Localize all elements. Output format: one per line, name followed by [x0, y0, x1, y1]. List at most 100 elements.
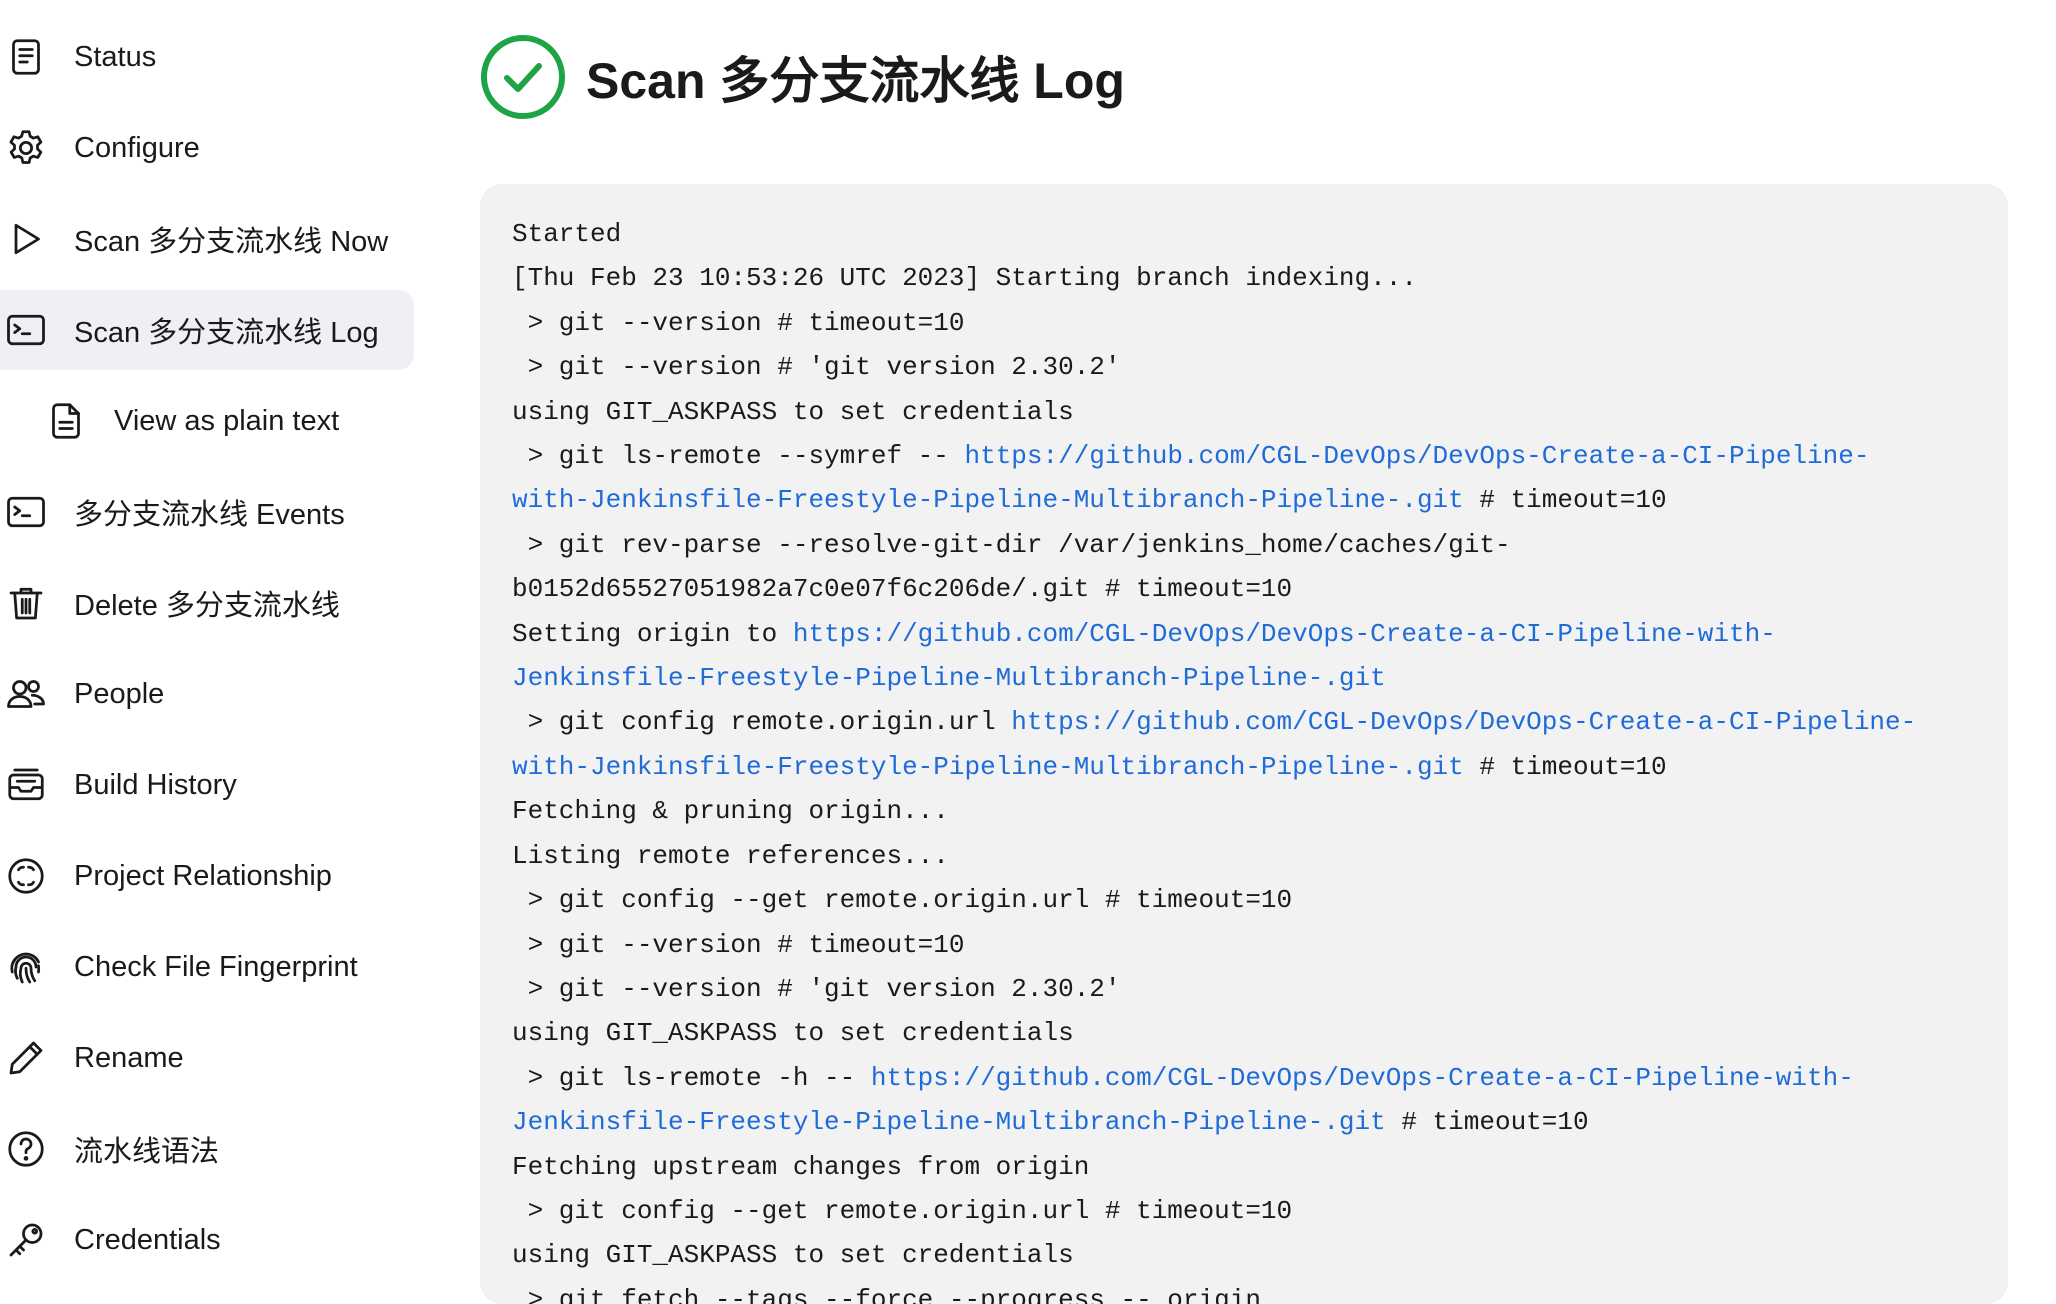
console-text-segment: # timeout=10 [1463, 485, 1667, 516]
sidebar-item-build-history[interactable]: Build History [0, 745, 414, 825]
console-line: > git --version # 'git version 2.30.2' [512, 345, 1976, 389]
sidebar-item-scan-now[interactable]: Scan 多分支流水线 Now [0, 199, 414, 279]
sidebar-item-view-plain-text[interactable]: View as plain text [0, 381, 414, 461]
document-icon [4, 35, 48, 79]
console-link[interactable]: https://github.com/CGL-DevOps/DevOps-Cre… [1011, 707, 1916, 737]
sidebar-item-label: People [74, 677, 165, 710]
people-icon [4, 672, 48, 716]
console-text-segment: > git ls-remote -h -- [512, 1062, 871, 1093]
console-text-segment: Listing remote references... [512, 840, 949, 871]
console-text-segment: > git --version # timeout=10 [512, 929, 965, 960]
console-text-segment: b0152d65527051982a7c0e07f6c206de/.git # … [512, 574, 1293, 605]
console-line: > git config --get remote.origin.url # t… [512, 878, 1976, 922]
console-text-segment: using GIT_ASKPASS to set credentials [512, 1018, 1074, 1049]
sidebar: Status Configure Scan 多分支流水线 Now Scan 多分… [0, 0, 420, 1286]
console-text-segment: Fetching & pruning origin... [512, 796, 949, 827]
page-header: Scan 多分支流水线 Log [480, 34, 1125, 120]
sidebar-item-people[interactable]: People [0, 654, 414, 734]
console-text-segment: using GIT_ASKPASS to set credentials [512, 1240, 1074, 1271]
console-line: > git ls-remote --symref -- https://gith… [512, 434, 1976, 478]
console-output: Started [Thu Feb 23 10:53:26 UTC 2023] St… [480, 184, 2008, 1304]
inbox-icon [4, 763, 48, 807]
console-line: Fetching upstream changes from origin [512, 1145, 1976, 1189]
console-link[interactable]: with-Jenkinsfile-Freestyle-Pipeline-Mult… [512, 485, 1464, 515]
console-link[interactable]: Jenkinsfile-Freestyle-Pipeline-Multibran… [512, 1107, 1386, 1137]
console-line: b0152d65527051982a7c0e07f6c206de/.git # … [512, 567, 1976, 611]
console-text-segment: Setting origin to [512, 618, 793, 649]
relationship-icon [4, 854, 48, 898]
console-line: Fetching & pruning origin... [512, 789, 1976, 833]
sidebar-item-configure[interactable]: Configure [0, 108, 414, 188]
play-icon [4, 217, 48, 261]
sidebar-item-rename[interactable]: Rename [0, 1018, 414, 1098]
sidebar-item-label: 流水线语法 [74, 1136, 220, 1168]
console-text: Started [Thu Feb 23 10:53:26 UTC 2023] St… [512, 212, 1976, 1304]
sidebar-item-label: Scan 多分支流水线 Log [74, 317, 379, 349]
console-link[interactable]: Jenkinsfile-Freestyle-Pipeline-Multibran… [512, 663, 1386, 693]
fingerprint-icon [4, 945, 48, 989]
console-line: Jenkinsfile-Freestyle-Pipeline-Multibran… [512, 1100, 1976, 1144]
sidebar-item-credentials[interactable]: Credentials [0, 1200, 414, 1280]
console-link[interactable]: https://github.com/CGL-DevOps/DevOps-Cre… [793, 619, 1776, 649]
help-circle-icon [4, 1127, 48, 1171]
console-line: > git fetch --tags --force --progress --… [512, 1278, 1976, 1304]
console-text-segment: > git --version # timeout=10 [512, 307, 965, 338]
sidebar-item-project-relationship[interactable]: Project Relationship [0, 836, 414, 916]
console-line: > git --version # timeout=10 [512, 301, 1976, 345]
console-text-segment: using GIT_ASKPASS to set credentials [512, 396, 1074, 427]
file-text-icon [44, 399, 88, 443]
console-text-segment: Fetching upstream changes from origin [512, 1151, 1090, 1182]
sidebar-item-label: Configure [74, 131, 200, 164]
console-line: Listing remote references... [512, 834, 1976, 878]
console-line: using GIT_ASKPASS to set credentials [512, 1233, 1976, 1277]
gear-icon [4, 126, 48, 170]
console-line: [Thu Feb 23 10:53:26 UTC 2023] Starting … [512, 256, 1976, 300]
console-text-segment: > git --version # 'git version 2.30.2' [512, 352, 1121, 383]
console-text-segment: > git --version # 'git version 2.30.2' [512, 973, 1121, 1004]
console-text-segment: > git rev-parse --resolve-git-dir /var/j… [512, 529, 1511, 560]
console-text-segment: > git config remote.origin.url [512, 707, 1012, 738]
sidebar-item-label: Delete 多分支流水线 [74, 590, 340, 622]
sidebar-item-label: Rename [74, 1041, 184, 1074]
sidebar-item-status[interactable]: Status [0, 17, 414, 97]
console-text-segment: # timeout=10 [1463, 751, 1667, 782]
sidebar-item-label: Check File Fingerprint [74, 950, 358, 983]
console-line: Jenkinsfile-Freestyle-Pipeline-Multibran… [512, 656, 1976, 700]
console-text-segment: > git config --get remote.origin.url # t… [512, 1195, 1293, 1226]
sidebar-item-delete[interactable]: Delete 多分支流水线 [0, 563, 414, 643]
sidebar-item-pipeline-syntax[interactable]: 流水线语法 [0, 1109, 414, 1189]
sidebar-item-events[interactable]: 多分支流水线 Events [0, 472, 414, 552]
console-link[interactable]: https://github.com/CGL-DevOps/DevOps-Cre… [964, 441, 1869, 471]
terminal-icon [4, 490, 48, 534]
sidebar-item-label: Credentials [74, 1223, 221, 1256]
console-text-segment: Started [512, 219, 622, 249]
sidebar-item-scan-log[interactable]: Scan 多分支流水线 Log [0, 290, 414, 370]
console-line: > git config remote.origin.url https://g… [512, 700, 1976, 744]
trash-icon [4, 581, 48, 625]
console-line: with-Jenkinsfile-Freestyle-Pipeline-Mult… [512, 478, 1976, 522]
pencil-icon [4, 1036, 48, 1080]
console-link[interactable]: https://github.com/CGL-DevOps/DevOps-Cre… [871, 1063, 1854, 1093]
console-line: using GIT_ASKPASS to set credentials [512, 1011, 1976, 1055]
sidebar-item-label: Project Relationship [74, 859, 332, 892]
sidebar-item-label: 多分支流水线 Events [74, 499, 345, 531]
console-line: > git rev-parse --resolve-git-dir /var/j… [512, 523, 1976, 567]
terminal-icon [4, 308, 48, 352]
console-text-segment: > git ls-remote --symref -- [512, 441, 965, 472]
success-check-icon [480, 34, 566, 120]
console-link[interactable]: with-Jenkinsfile-Freestyle-Pipeline-Mult… [512, 752, 1464, 782]
console-line: > git --version # timeout=10 [512, 923, 1976, 967]
console-text-segment: [Thu Feb 23 10:53:26 UTC 2023] Starting … [512, 263, 1417, 294]
console-line: > git ls-remote -h -- https://github.com… [512, 1056, 1976, 1100]
console-line: > git config --get remote.origin.url # t… [512, 1189, 1976, 1233]
console-line: using GIT_ASKPASS to set credentials [512, 390, 1976, 434]
sidebar-item-check-file-fingerprint[interactable]: Check File Fingerprint [0, 927, 414, 1007]
key-icon [4, 1218, 48, 1262]
console-text-segment: # timeout=10 [1385, 1107, 1589, 1138]
sidebar-item-label: View as plain text [114, 404, 340, 437]
sidebar-item-label: Build History [74, 768, 237, 801]
console-text-segment: > git config --get remote.origin.url # t… [512, 885, 1293, 916]
console-line: with-Jenkinsfile-Freestyle-Pipeline-Mult… [512, 745, 1976, 789]
console-line: Started [512, 212, 1976, 256]
sidebar-item-label: Scan 多分支流水线 Now [74, 226, 389, 258]
